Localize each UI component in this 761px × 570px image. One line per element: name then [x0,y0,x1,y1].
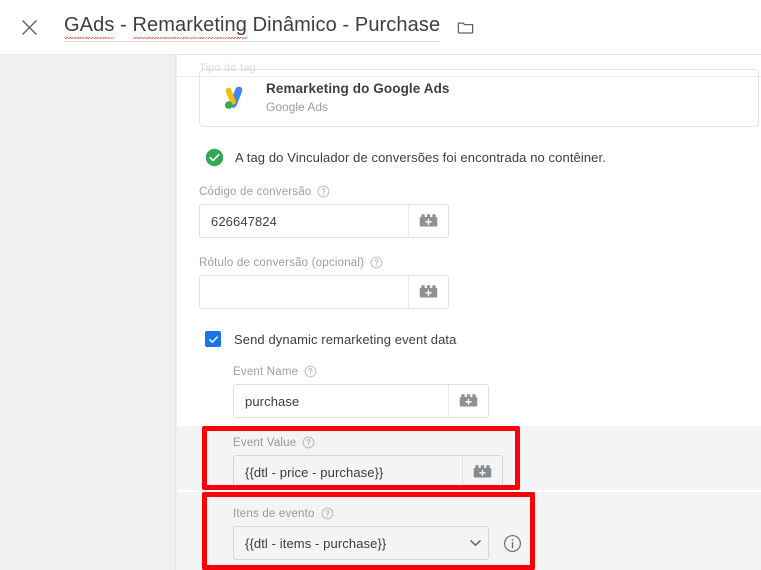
event-name-label-row: Event Name [233,365,739,378]
help-circle-icon[interactable] [321,507,334,520]
variable-brick-icon[interactable] [462,456,502,488]
variable-brick-icon[interactable] [408,276,448,308]
dialog-header: GAds - Remarketing Dinâmico - Purchase [0,0,761,55]
tag-title-part-1: GAds [64,14,115,39]
event-items-label: Itens de evento [233,507,315,520]
tag-type-text: Remarketing do Google Ads Google Ads [266,80,450,116]
conversion-label-input-row[interactable] [199,275,449,309]
event-items-field: Itens de evento {{dtl - items - purchase… [233,507,739,560]
left-scrim [0,55,176,570]
event-name-field: Event Name purchase [233,365,739,418]
event-items-select[interactable]: {{dtl - items - purchase}} [233,526,489,560]
event-items-control-row: {{dtl - items - purchase}} [233,526,739,560]
conversion-label-label: Rótulo de conversão (opcional) [199,256,365,269]
tag-config-content: Tipo de tag Remarketing do Google Ads Go… [177,62,761,560]
help-circle-icon[interactable] [370,256,383,269]
dynamic-remarketing-checkbox-label: Send dynamic remarketing event data [234,331,457,347]
folder-icon[interactable] [452,14,478,40]
google-ads-logo [214,78,254,118]
event-name-input-row[interactable]: purchase [233,384,489,418]
event-value-field: Event Value {{dtl - price - purchase}} [233,436,739,489]
tag-title-wrap: GAds - Remarketing Dinâmico - Purchase [64,12,478,42]
event-value-input[interactable]: {{dtl - price - purchase}} [234,456,462,488]
event-value-label-row: Event Value [233,436,739,449]
tag-type-title: Remarketing do Google Ads [266,81,450,96]
section-divider [177,76,761,77]
dialog-body: Tipo de tag Remarketing do Google Ads Go… [0,55,761,570]
dynamic-remarketing-checkbox-row[interactable]: Send dynamic remarketing event data [205,331,739,347]
variable-brick-icon[interactable] [448,385,488,417]
tag-config-panel: Tipo de tag Remarketing do Google Ads Go… [177,55,761,570]
info-circle-icon[interactable] [503,534,522,553]
conversion-label-input[interactable] [200,276,408,308]
tag-type-section-label: Tipo de tag [199,62,256,74]
conversion-label-field: Rótulo de conversão (opcional) [199,256,739,309]
conversion-id-label: Código de conversão [199,185,312,198]
tag-title-part-2: Remarketing [132,14,248,39]
event-value-input-row[interactable]: {{dtl - price - purchase}} [233,455,503,489]
conversion-id-label-row: Código de conversão [199,185,739,198]
conversion-linker-status: A tag do Vinculador de conversões foi en… [205,148,739,167]
tag-editor-screen: GAds - Remarketing Dinâmico - Purchase T… [0,0,761,570]
conversion-label-label-row: Rótulo de conversão (opcional) [199,256,739,269]
help-circle-icon[interactable] [304,365,317,378]
event-name-input[interactable]: purchase [234,385,448,417]
help-circle-icon[interactable] [302,436,315,449]
variable-brick-icon[interactable] [408,205,448,237]
chevron-down-icon[interactable] [468,536,482,550]
event-items-value: {{dtl - items - purchase}} [245,535,387,551]
close-icon[interactable] [14,12,44,42]
conversion-id-input[interactable]: 626647824 [200,205,408,237]
event-value-label: Event Value [233,436,297,449]
tag-type-card[interactable]: Remarketing do Google Ads Google Ads [199,69,759,127]
tag-type-subtitle: Google Ads [266,100,329,114]
conversion-linker-status-text: A tag do Vinculador de conversões foi en… [235,150,606,165]
conversion-id-field: Código de conversão 626647824 [199,185,739,238]
dynamic-remarketing-checkbox[interactable] [205,331,221,347]
tag-title-sep-1: - [114,14,133,36]
help-circle-icon[interactable] [317,185,330,198]
conversion-id-input-row[interactable]: 626647824 [199,204,449,238]
event-name-label: Event Name [233,365,299,378]
check-circle-icon [205,148,224,167]
event-items-label-row: Itens de evento [233,507,739,520]
tag-title-rest: Dinâmico - Purchase [246,14,441,36]
tag-name-input[interactable]: GAds - Remarketing Dinâmico - Purchase [64,12,441,42]
